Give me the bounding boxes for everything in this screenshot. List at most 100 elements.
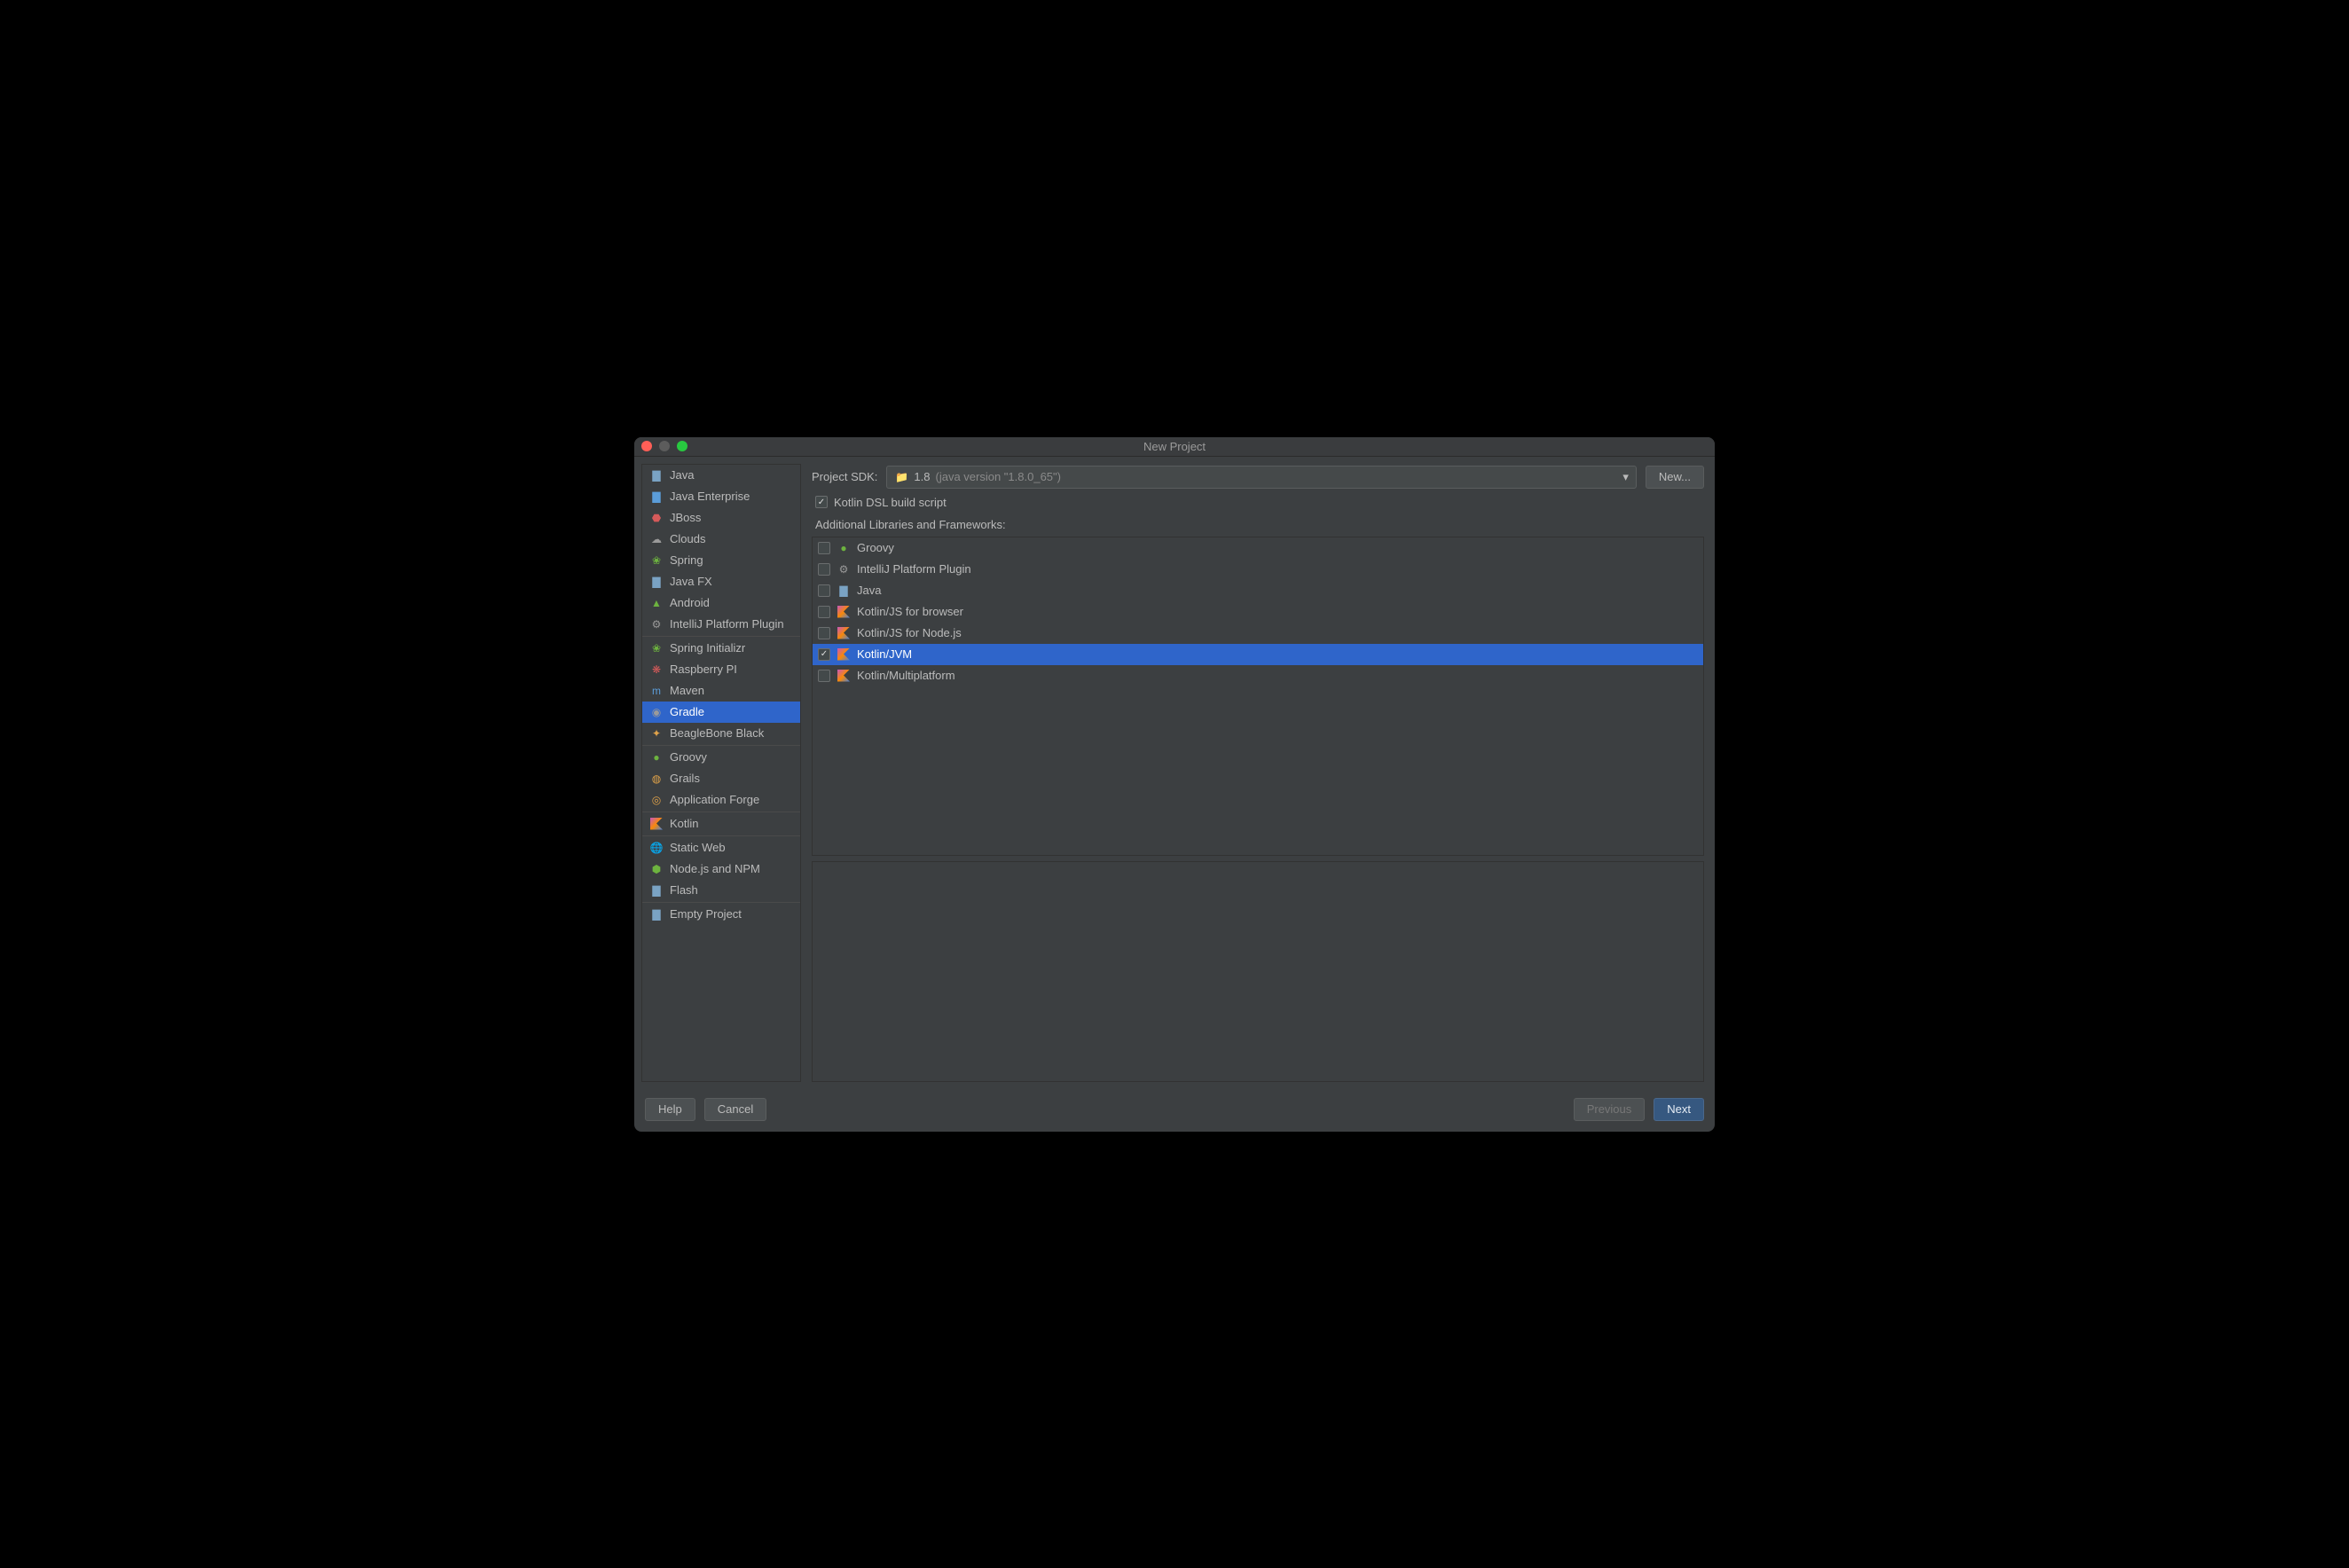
globe-icon: 🌐 [649, 841, 664, 855]
sidebar-item-beaglebone-black[interactable]: ✦ BeagleBone Black [642, 723, 800, 744]
window-controls [641, 441, 687, 451]
android-icon: ▲ [649, 596, 664, 610]
sidebar-item-label: Clouds [670, 532, 705, 545]
sidebar-item-empty-project[interactable]: ▇Empty Project [642, 904, 800, 925]
framework-item-kotlin-jvm[interactable]: Kotlin/JVM [813, 644, 1703, 665]
spring-icon: ❀ [649, 641, 664, 655]
help-button[interactable]: Help [645, 1098, 695, 1121]
kotlin-icon [837, 669, 851, 683]
sidebar-item-kotlin[interactable]: Kotlin [642, 813, 800, 835]
kotlin-icon [837, 626, 851, 640]
kotlin-dsl-checkbox-row[interactable]: Kotlin DSL build script [812, 494, 1704, 511]
sidebar-item-label: Kotlin [670, 817, 699, 830]
sidebar-item-android[interactable]: ▲ Android [642, 592, 800, 614]
sidebar-item-label: Java Enterprise [670, 490, 750, 503]
sidebar-item-jboss[interactable]: ⬣JBoss [642, 507, 800, 529]
beagle-icon: ✦ [649, 726, 664, 741]
sidebar-item-groovy[interactable]: ●Groovy [642, 747, 800, 768]
folder-icon: ▇ [837, 584, 851, 598]
sdk-detail: (java version "1.8.0_65") [936, 470, 1061, 483]
sidebar-item-intellij-platform-plugin[interactable]: ⚙ IntelliJ Platform Plugin [642, 614, 800, 635]
jboss-icon: ⬣ [649, 511, 664, 525]
framework-item-kotlin-js-for-node-js[interactable]: Kotlin/JS for Node.js [813, 623, 1703, 644]
sidebar-item-spring[interactable]: ❀Spring [642, 550, 800, 571]
maximize-icon[interactable] [677, 441, 687, 451]
sidebar-item-gradle[interactable]: ◉Gradle [642, 702, 800, 723]
frameworks-list[interactable]: ● Groovy ⚙IntelliJ Platform Plugin ▇ Java Kot… [812, 537, 1704, 856]
sidebar-item-flash[interactable]: ▇Flash [642, 880, 800, 901]
checkbox-icon[interactable] [818, 542, 830, 554]
sdk-combo[interactable]: 📁 1.8 (java version "1.8.0_65") ▾ [886, 466, 1636, 489]
sidebar-item-label: Android [670, 596, 710, 609]
framework-item-label: Groovy [857, 541, 894, 554]
sidebar-item-label: Application Forge [670, 793, 759, 806]
folder-icon: ▇ [649, 575, 664, 589]
minimize-icon[interactable] [659, 441, 670, 451]
sidebar-item-clouds[interactable]: ☁ Clouds [642, 529, 800, 550]
framework-item-intellij-platform-plugin[interactable]: ⚙IntelliJ Platform Plugin [813, 559, 1703, 580]
sidebar-separator [642, 811, 800, 812]
sidebar-item-label: Empty Project [670, 907, 742, 921]
sidebar-item-raspberry-pi[interactable]: ❋ Raspberry PI [642, 659, 800, 680]
framework-item-kotlin-multiplatform[interactable]: Kotlin/Multiplatform [813, 665, 1703, 686]
checkbox-icon[interactable] [818, 670, 830, 682]
framework-item-label: Java [857, 584, 881, 597]
sidebar-item-application-forge[interactable]: ◎ Application Forge [642, 789, 800, 811]
folder-icon: ▇ [649, 490, 664, 504]
project-type-sidebar[interactable]: ▇Java▇Java Enterprise⬣JBoss☁Clouds❀Sprin… [641, 464, 801, 1082]
maven-icon: m [649, 684, 664, 698]
sidebar-item-label: Static Web [670, 841, 726, 854]
framework-details-panel [812, 861, 1704, 1082]
sidebar-item-java-fx[interactable]: ▇Java FX [642, 571, 800, 592]
content-panel: Project SDK: 📁 1.8 (java version "1.8.0_… [801, 457, 1715, 1089]
sidebar-item-label: IntelliJ Platform Plugin [670, 617, 784, 631]
framework-item-label: Kotlin/JVM [857, 647, 912, 661]
sidebar-item-java[interactable]: ▇Java [642, 465, 800, 486]
sidebar-separator [642, 745, 800, 746]
sidebar-item-label: Spring [670, 553, 703, 567]
sidebar-item-static-web[interactable]: 🌐 Static Web [642, 837, 800, 858]
kotlin-dsl-label: Kotlin DSL build script [834, 496, 947, 509]
raspberry-icon: ❋ [649, 662, 664, 677]
cancel-button[interactable]: Cancel [704, 1098, 766, 1121]
sidebar-item-java-enterprise[interactable]: ▇ Java Enterprise [642, 486, 800, 507]
chevron-down-icon: ▾ [1622, 470, 1629, 484]
framework-item-groovy[interactable]: ● Groovy [813, 537, 1703, 559]
window-title: New Project [634, 440, 1715, 453]
checkbox-icon[interactable] [818, 648, 830, 661]
kotlin-icon [837, 647, 851, 662]
checkbox-icon[interactable] [818, 563, 830, 576]
new-project-dialog: New Project ▇Java▇Java Enterprise⬣JBoss☁… [634, 437, 1715, 1132]
sidebar-item-label: Raspberry PI [670, 662, 737, 676]
groovy-icon: ● [837, 541, 851, 555]
sidebar-item-spring-initializr[interactable]: ❀ Spring Initializr [642, 638, 800, 659]
dialog-footer: Help Cancel Previous Next [634, 1089, 1715, 1132]
checkbox-icon[interactable] [815, 496, 828, 508]
next-button[interactable]: Next [1654, 1098, 1704, 1121]
framework-item-java[interactable]: ▇ Java [813, 580, 1703, 601]
checkbox-icon[interactable] [818, 606, 830, 618]
checkbox-icon[interactable] [818, 627, 830, 639]
close-icon[interactable] [641, 441, 652, 451]
sidebar-item-label: Java [670, 468, 694, 482]
sidebar-item-label: Spring Initializr [670, 641, 745, 655]
forge-icon: ◎ [649, 793, 664, 807]
sidebar-item-label: Maven [670, 684, 704, 697]
framework-item-kotlin-js-for-browser[interactable]: Kotlin/JS for browser [813, 601, 1703, 623]
sidebar-item-label: Flash [670, 883, 698, 897]
previous-button[interactable]: Previous [1574, 1098, 1646, 1121]
cloud-icon: ☁ [649, 532, 664, 546]
sidebar-separator [642, 835, 800, 836]
plugin-icon: ⚙ [649, 617, 664, 631]
checkbox-icon[interactable] [818, 584, 830, 597]
sidebar-item-label: BeagleBone Black [670, 726, 764, 740]
sidebar-item-node-js-and-npm[interactable]: ⬢Node.js and NPM [642, 858, 800, 880]
sidebar-item-grails[interactable]: ◍Grails [642, 768, 800, 789]
sdk-row: Project SDK: 📁 1.8 (java version "1.8.0_… [812, 466, 1704, 489]
sdk-value: 1.8 [914, 470, 930, 483]
sidebar-item-label: Node.js and NPM [670, 862, 760, 875]
sidebar-item-maven[interactable]: m Maven [642, 680, 800, 702]
new-sdk-button[interactable]: New... [1646, 466, 1704, 489]
sidebar-separator [642, 902, 800, 903]
framework-item-label: Kotlin/Multiplatform [857, 669, 955, 682]
